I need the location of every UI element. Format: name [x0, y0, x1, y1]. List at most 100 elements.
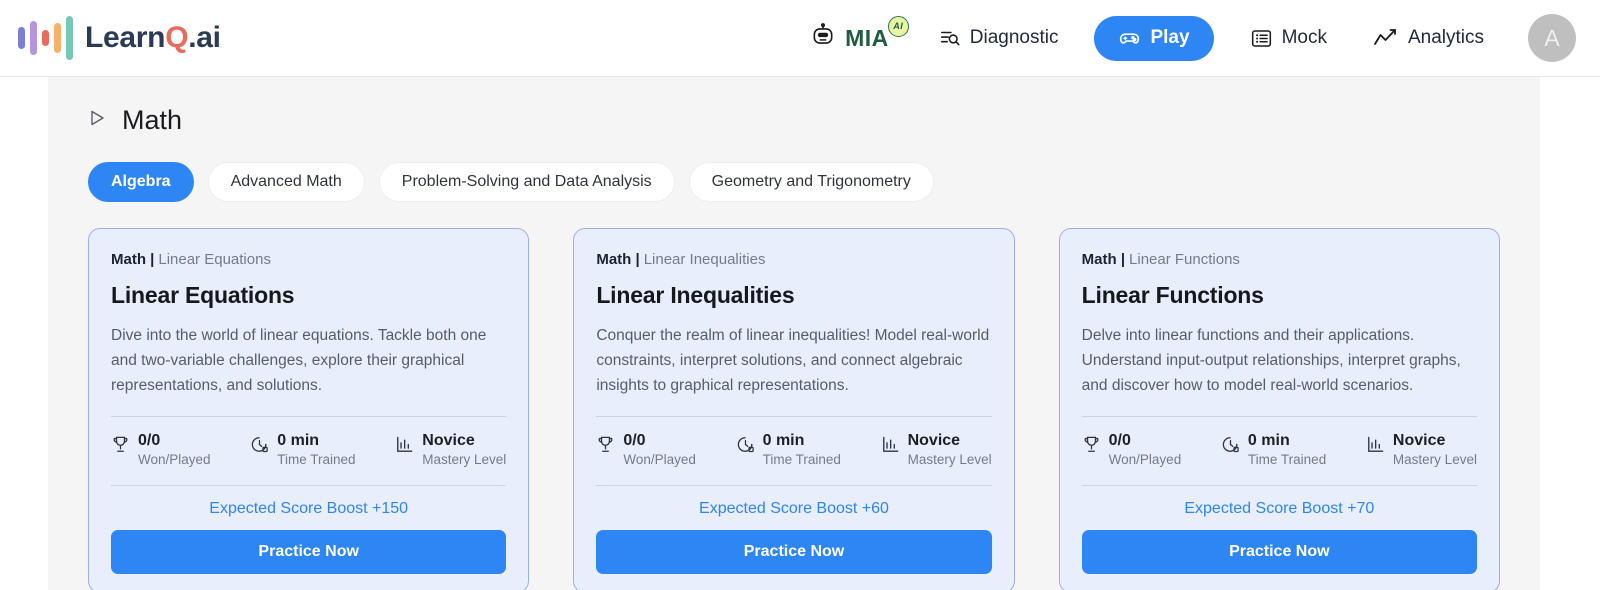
- card-stats: 0/0 Won/Played 0 min Time Trained Novice…: [596, 431, 992, 469]
- stat-won-played-value: 0/0: [138, 432, 161, 450]
- card-breadcrumb: Math | Linear Inequalities: [596, 251, 991, 268]
- stat-won-played-value: 0/0: [623, 432, 646, 450]
- stat-won-played: 0/0 Won/Played: [596, 431, 696, 469]
- card-description: Conquer the realm of linear inequalities…: [596, 327, 990, 395]
- stat-time-trained: 0 min Time Trained: [250, 431, 356, 469]
- top-navigation-bar: LearnQ.ai MIA AI Diagnostic Play Mock An…: [0, 0, 1600, 77]
- brand-name-prefix: Learn: [85, 21, 166, 54]
- stat-mastery-level-value: Novice: [1392, 432, 1446, 450]
- card-divider-lower: [111, 485, 507, 487]
- card-stats: 0/0 Won/Played 0 min Time Trained Novice…: [111, 431, 506, 469]
- card-subject: Math |: [111, 251, 155, 268]
- bar-chart-icon: [1366, 431, 1385, 459]
- stat-time-trained-label: Time Trained: [277, 452, 356, 468]
- practice-now-button[interactable]: Practice Now: [596, 530, 992, 575]
- play-triangle-icon[interactable]: [88, 109, 106, 132]
- tab-geometry-and-trigonometry[interactable]: Geometry and Trigonometry: [688, 162, 934, 202]
- mia-label: MIA AI: [845, 15, 909, 52]
- card-topic: Linear Inequalities: [643, 251, 766, 268]
- brand-name-q: Q: [165, 21, 189, 54]
- nav-right-group: MIA AI Diagnostic Play Mock Analytics A: [810, 14, 1576, 62]
- stat-time-trained: 0 min Time Trained: [1221, 431, 1326, 469]
- stat-time-trained-label: Time Trained: [762, 452, 841, 468]
- expected-score-boost: Expected Score Boost +150: [209, 500, 409, 518]
- nav-item-mock-label: Mock: [1281, 27, 1327, 48]
- stat-time-trained-label: Time Trained: [1247, 452, 1327, 468]
- trendline-icon: [1373, 27, 1399, 49]
- card-subject: Math |: [1081, 251, 1126, 268]
- card-divider-lower: [596, 485, 992, 487]
- tab-advanced-math[interactable]: Advanced Math: [207, 162, 365, 202]
- nav-item-analytics-label: Analytics: [1407, 27, 1484, 48]
- nav-item-play-label: Play: [1150, 27, 1190, 48]
- right-gutter: [1540, 77, 1600, 590]
- card-stats: 0/0 Won/Played 0 min Time Trained Novice…: [1082, 431, 1477, 469]
- stat-mastery-level-value: Novice: [907, 432, 961, 450]
- topic-card[interactable]: Math | Linear Equations Linear Equations …: [88, 228, 530, 590]
- card-divider-lower: [1081, 485, 1477, 487]
- card-topic: Linear Equations: [158, 251, 271, 268]
- robot-icon: [810, 22, 836, 54]
- brand-name: LearnQ.ai: [85, 21, 221, 55]
- practice-now-button[interactable]: Practice Now: [1081, 530, 1477, 575]
- stat-mastery-level-label: Mastery Level: [1392, 452, 1477, 468]
- stat-mastery-level-label: Mastery Level: [907, 452, 992, 468]
- stat-won-played-value: 0/0: [1108, 432, 1131, 450]
- brand-logo[interactable]: LearnQ.ai: [12, 16, 221, 60]
- card-breadcrumb: Math | Linear Functions: [1082, 251, 1477, 268]
- expected-score-boost: Expected Score Boost +70: [1184, 500, 1375, 518]
- mia-assistant-button[interactable]: MIA AI: [810, 15, 909, 54]
- bar-chart-icon: [395, 431, 414, 459]
- stat-mastery-level-label: Mastery Level: [422, 452, 507, 468]
- practice-now-button[interactable]: Practice Now: [111, 530, 507, 575]
- card-subject: Math |: [596, 251, 640, 268]
- avatar-initial: A: [1544, 24, 1560, 51]
- stat-mastery-level: Novice Mastery Level: [1366, 431, 1477, 469]
- topic-card[interactable]: Math | Linear Inequalities Linear Inequal…: [573, 228, 1015, 590]
- stat-time-trained-value: 0 min: [762, 432, 805, 450]
- nav-item-diagnostic-label: Diagnostic: [969, 27, 1059, 48]
- card-title: Linear Inequalities: [596, 282, 795, 308]
- stat-mastery-level: Novice Mastery Level: [881, 431, 992, 469]
- stat-time-trained-value: 0 min: [277, 432, 320, 450]
- page-body: Math Algebra Advanced Math Problem-Solvi…: [0, 77, 1600, 590]
- stat-won-played: 0/0 Won/Played: [111, 431, 211, 469]
- stat-time-trained: 0 min Time Trained: [736, 431, 841, 469]
- trophy-icon: [1082, 431, 1101, 459]
- nav-item-play[interactable]: Play: [1094, 15, 1214, 61]
- tab-problem-solving-and-data-analysis[interactable]: Problem-Solving and Data Analysis: [378, 162, 675, 202]
- card-title: Linear Equations: [111, 282, 295, 308]
- section-header: Math: [88, 105, 1500, 136]
- card-divider: [596, 416, 992, 418]
- ai-badge: AI: [887, 15, 909, 37]
- timer-clock-icon: [1221, 431, 1240, 459]
- nav-item-analytics[interactable]: Analytics: [1363, 18, 1494, 58]
- gamepad-icon: [1118, 27, 1141, 50]
- brand-name-suffix: .ai: [188, 21, 221, 54]
- left-gutter: [0, 77, 48, 590]
- card-topic: Linear Functions: [1129, 251, 1240, 268]
- card-breadcrumb: Math | Linear Equations: [111, 251, 506, 268]
- stat-won-played-label: Won/Played: [1108, 452, 1182, 468]
- logo-bars-icon: [18, 16, 73, 60]
- nav-item-diagnostic[interactable]: Diagnostic: [929, 18, 1069, 58]
- avatar[interactable]: A: [1528, 14, 1576, 62]
- stat-won-played: 0/0 Won/Played: [1082, 431, 1182, 469]
- card-description: Dive into the world of linear equations.…: [111, 327, 487, 395]
- mia-text: MIA: [845, 24, 889, 51]
- category-tabs: Algebra Advanced Math Problem-Solving an…: [88, 162, 1500, 202]
- nav-item-mock[interactable]: Mock: [1240, 18, 1337, 59]
- stat-mastery-level: Novice Mastery Level: [395, 431, 506, 469]
- expected-score-boost: Expected Score Boost +60: [699, 500, 889, 518]
- topic-card[interactable]: Math | Linear Functions Linear Functions …: [1058, 228, 1500, 590]
- search-list-icon: [939, 27, 961, 49]
- page-title: Math: [122, 105, 183, 135]
- card-title: Linear Functions: [1081, 282, 1264, 308]
- timer-clock-icon: [250, 431, 269, 459]
- content-panel: Math Algebra Advanced Math Problem-Solvi…: [48, 77, 1540, 590]
- card-divider: [1081, 416, 1477, 418]
- trophy-icon: [111, 431, 130, 459]
- tab-algebra[interactable]: Algebra: [88, 162, 194, 202]
- stat-time-trained-value: 0 min: [1247, 432, 1290, 450]
- list-icon: [1250, 27, 1273, 50]
